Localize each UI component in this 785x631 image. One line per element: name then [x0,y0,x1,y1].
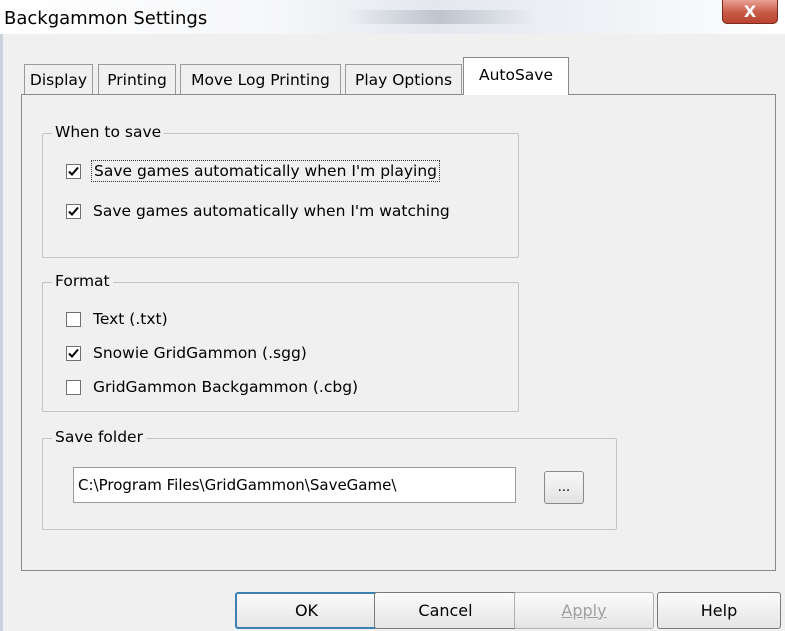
checkbox-box[interactable] [66,163,81,179]
save-when-playing-checkbox[interactable]: Save games automatically when I'm playin… [66,160,440,182]
save-folder-path-input[interactable] [73,467,516,503]
close-button[interactable]: X [722,0,778,24]
checkbox-label: Text (.txt) [93,310,168,328]
cancel-button[interactable]: Cancel [374,592,517,629]
browse-folder-button[interactable]: ... [544,471,584,504]
checkmark-icon [68,166,79,176]
tab-label: Move Log Printing [191,70,330,89]
tab-printing[interactable]: Printing [98,64,176,94]
checkbox-label: GridGammon Backgammon (.cbg) [93,378,359,396]
apply-label: Apply [561,601,607,620]
tab-label: AutoSave [478,66,554,84]
cancel-label: Cancel [418,601,473,620]
format-text-checkbox[interactable]: Text (.txt) [66,310,168,328]
browse-label: ... [557,480,571,495]
format-group: Format Text (.txt) Snowie GridGammon (.s… [42,272,519,412]
save-when-watching-checkbox[interactable]: Save games automatically when I'm watchi… [66,202,450,220]
group-legend: Save folder [52,428,146,446]
tab-move-log-printing[interactable]: Move Log Printing [180,64,341,94]
tab-play-options[interactable]: Play Options [345,64,462,94]
format-cbg-checkbox[interactable]: GridGammon Backgammon (.cbg) [66,378,358,396]
checkmark-icon [68,206,79,216]
save-folder-group: Save folder ... [42,428,617,530]
autosave-panel: When to save Save games automatically wh… [21,94,776,571]
checkbox-label: Save games automatically when I'm playin… [91,160,440,182]
apply-button[interactable]: Apply [514,592,654,629]
ok-label: OK [294,601,319,620]
checkbox-label: Snowie GridGammon (.sgg) [93,344,307,362]
checkbox-box[interactable] [66,203,81,219]
tab-display[interactable]: Display [24,64,93,94]
help-label: Help [700,601,738,620]
group-legend: When to save [52,123,165,141]
format-sgg-checkbox[interactable]: Snowie GridGammon (.sgg) [66,344,307,362]
close-icon: X [743,2,757,21]
checkbox-box[interactable] [66,345,81,361]
group-legend: Format [52,272,113,290]
checkbox-label: Save games automatically when I'm watchi… [93,202,450,220]
background-window-ghost [345,10,535,24]
checkmark-icon [68,348,79,358]
when-to-save-group: When to save Save games automatically wh… [42,123,519,258]
tab-label: Display [29,70,88,89]
checkbox-box[interactable] [66,379,81,395]
checkbox-box[interactable] [66,311,81,327]
title-bar: Backgammon Settings X [0,0,785,34]
tab-label: Play Options [354,70,453,89]
window-title: Backgammon Settings [4,8,208,29]
window-frame-left [0,34,3,631]
tab-label: Printing [107,70,167,89]
ok-button[interactable]: OK [235,592,378,629]
tab-autosave[interactable]: AutoSave [463,57,569,95]
help-button[interactable]: Help [657,592,781,629]
